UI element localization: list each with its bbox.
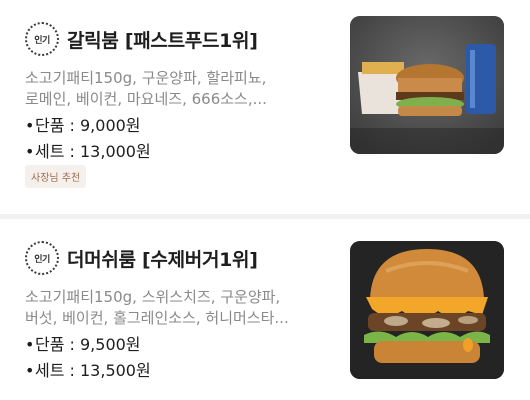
menu-item-description: 소고기패티150g, 구운양파, 할라피뇨, 로메인, 베이컨, 마요네즈, 6… [25,68,325,110]
menu-item-title-row: 인기 갈릭붐 [패스트푸드1위] [25,22,258,56]
bullet: • [25,335,35,354]
menu-item-title: 갈릭붐 [패스트푸드1위] [67,29,258,52]
owner-recommend-badge: 사장님 추천 [25,165,87,188]
menu-item-photo[interactable] [350,241,504,379]
description-line: 버섯, 베이컨, 홀그레인소스, 허니머스타... [25,309,289,327]
description-line: 소고기패티150g, 구운양파, 할라피뇨, [25,69,267,87]
the-mushroom-burger-photo [350,241,504,379]
bullet: • [25,116,35,135]
menu-item-the-mushroom[interactable]: 인기 더머쉬룸 [수제버거1위] 소고기패티150g, 스위스치즈, 구운양파,… [0,219,530,400]
popular-badge-icon: 인기 [25,241,59,275]
price-set: •세트 : 13,500원 [25,357,151,381]
menu-item-description: 소고기패티150g, 스위스치즈, 구운양파, 버섯, 베이컨, 홀그레인소스,… [25,287,325,329]
fries [362,62,404,74]
menu-item-title-row: 인기 더머쉬룸 [수제버거1위] [25,241,258,275]
burger-bun-bottom [398,106,462,116]
popular-badge-text: 인기 [34,254,50,265]
bullet: • [25,361,35,380]
bullet: • [25,142,35,161]
price-label: 단품 : 9,000원 [35,116,141,135]
menu-item-title: 더머쉬룸 [수제버거1위] [67,248,258,271]
menu-item-garlic-boom[interactable]: 인기 갈릭붐 [패스트푸드1위] 소고기패티150g, 구운양파, 할라피뇨, … [0,0,530,214]
price-label: 세트 : 13,000원 [35,142,151,161]
popular-badge-text: 인기 [34,35,50,46]
price-set: •세트 : 13,000원 [25,138,151,162]
description-line: 로메인, 베이컨, 마요네즈, 666소스,... [25,90,267,108]
price-label: 단품 : 9,500원 [35,335,141,354]
price-label: 세트 : 13,500원 [35,361,151,380]
menu-list: 인기 갈릭붐 [패스트푸드1위] 소고기패티150g, 구운양파, 할라피뇨, … [0,0,530,400]
menu-item-photo[interactable] [350,16,504,154]
price-single: •단품 : 9,500원 [25,331,141,355]
garlic-boom-burger-set-photo [350,16,504,154]
popular-badge-icon: 인기 [25,22,59,56]
description-line: 소고기패티150g, 스위스치즈, 구운양파, [25,288,281,306]
price-single: •단품 : 9,000원 [25,112,141,136]
